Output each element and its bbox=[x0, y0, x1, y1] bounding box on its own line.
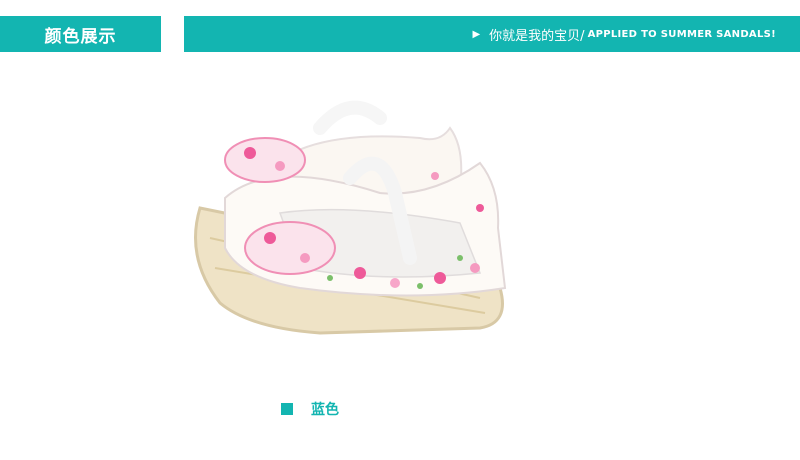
section-tag-label: 颜色展示 bbox=[44, 26, 117, 47]
banner-text-en: APPLIED TO SUMMER SANDALS! bbox=[587, 28, 776, 40]
color-option: 蓝色 bbox=[281, 399, 339, 419]
color-label: 蓝色 bbox=[311, 402, 339, 418]
baby-sandals-image bbox=[194, 100, 507, 335]
section-tag: 颜色展示 bbox=[0, 16, 161, 52]
banner: ▶ 你就是我的宝贝/ APPLIED TO SUMMER SANDALS! bbox=[184, 16, 800, 52]
play-arrow-icon: ▶ bbox=[472, 28, 481, 40]
color-swatch bbox=[281, 403, 293, 415]
product-image bbox=[180, 88, 520, 360]
banner-text-cn: 你就是我的宝贝/ bbox=[489, 28, 585, 44]
